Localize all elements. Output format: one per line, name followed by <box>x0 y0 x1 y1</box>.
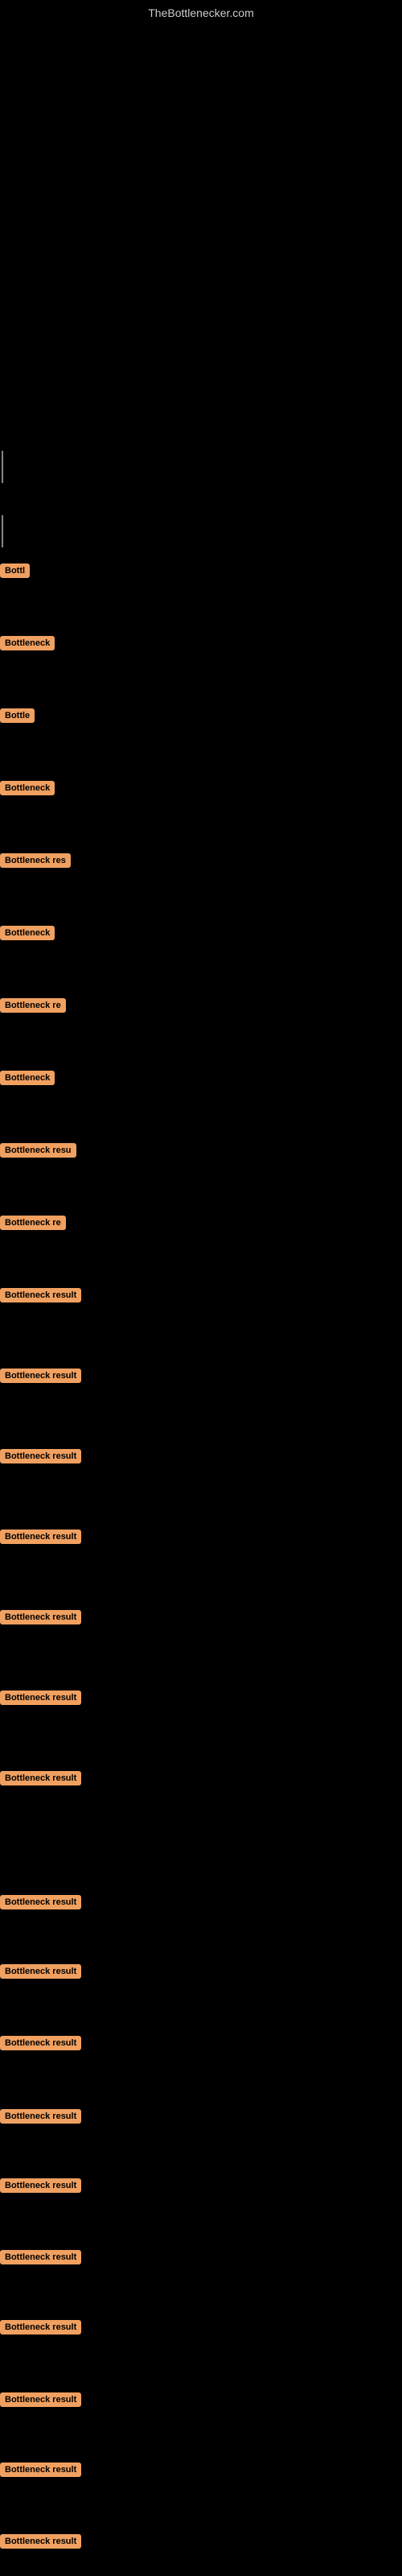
bottleneck-result-badge-10[interactable]: Bottleneck re <box>0 1216 66 1230</box>
bottleneck-result-badge-9[interactable]: Bottleneck resu <box>0 1143 76 1158</box>
bottleneck-result-badge-6[interactable]: Bottleneck <box>0 926 55 940</box>
bottleneck-result-badge-23[interactable]: Bottleneck result <box>0 2250 81 2264</box>
bottleneck-result-badge-15[interactable]: Bottleneck result <box>0 1610 81 1624</box>
bottleneck-result-badge-14[interactable]: Bottleneck result <box>0 1530 81 1544</box>
bottleneck-result-badge-25[interactable]: Bottleneck result <box>0 2392 81 2407</box>
bottleneck-result-badge-12[interactable]: Bottleneck result <box>0 1368 81 1383</box>
bottleneck-result-badge-8[interactable]: Bottleneck <box>0 1071 55 1085</box>
bottleneck-result-badge-18[interactable]: Bottleneck result <box>0 1895 81 1909</box>
bottleneck-result-badge-22[interactable]: Bottleneck result <box>0 2178 81 2193</box>
bottleneck-result-badge-26[interactable]: Bottleneck result <box>0 2462 81 2477</box>
vertical-line <box>2 451 3 483</box>
bottleneck-result-badge-5[interactable]: Bottleneck res <box>0 853 71 868</box>
bottleneck-result-badge-17[interactable]: Bottleneck result <box>0 1771 81 1785</box>
vertical-line <box>2 515 3 547</box>
bottleneck-result-badge-20[interactable]: Bottleneck result <box>0 2036 81 2050</box>
bottleneck-result-badge-11[interactable]: Bottleneck result <box>0 1288 81 1302</box>
bottleneck-result-badge-7[interactable]: Bottleneck re <box>0 998 66 1013</box>
site-title: TheBottlenecker.com <box>148 6 254 19</box>
bottleneck-result-badge-21[interactable]: Bottleneck result <box>0 2109 81 2124</box>
bottleneck-result-badge-3[interactable]: Bottle <box>0 708 35 723</box>
bottleneck-result-badge-24[interactable]: Bottleneck result <box>0 2320 81 2334</box>
bottleneck-result-badge-1[interactable]: Bottl <box>0 564 30 578</box>
bottleneck-result-badge-27[interactable]: Bottleneck result <box>0 2534 81 2549</box>
bottleneck-result-badge-2[interactable]: Bottleneck <box>0 636 55 650</box>
bottleneck-result-badge-19[interactable]: Bottleneck result <box>0 1964 81 1979</box>
bottleneck-result-badge-16[interactable]: Bottleneck result <box>0 1690 81 1705</box>
bottleneck-result-badge-13[interactable]: Bottleneck result <box>0 1449 81 1463</box>
bottleneck-result-badge-4[interactable]: Bottleneck <box>0 781 55 795</box>
